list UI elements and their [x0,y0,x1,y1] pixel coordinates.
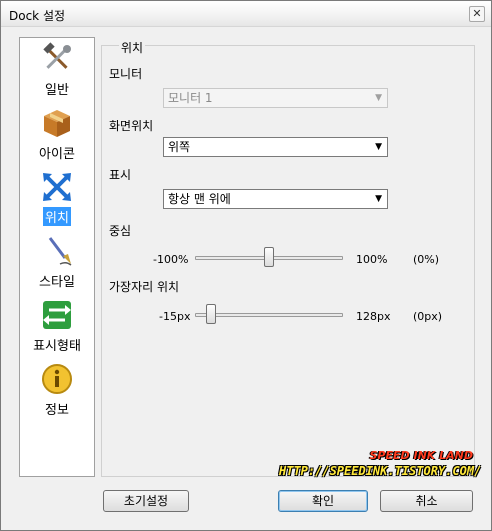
screen-position-label: 화면위치 [109,119,154,133]
watermark-title: SPEED INK LAND [369,449,474,462]
sidebar-item-style[interactable]: 스타일 [20,234,94,298]
display-label: 표시 [109,168,132,182]
monitor-select[interactable]: 모니터 1 ▼ [163,88,388,108]
cancel-button[interactable]: 취소 [380,490,473,512]
chevron-down-icon: ▼ [375,194,382,204]
sidebar-item-general[interactable]: 일반 [20,42,94,106]
center-min-label: -100% [153,253,189,266]
sidebar-item-label: 정보 [45,403,69,418]
monitor-value: 모니터 1 [168,91,213,105]
edge-position-label: 가장자리 위치 [109,280,180,294]
center-label: 중심 [109,224,132,238]
center-slider-thumb[interactable] [264,247,274,267]
edge-min-label: -15px [159,310,191,323]
sidebar-item-label: 일반 [45,83,69,98]
sidebar-item-label: 아이콘 [39,147,75,162]
screen-position-value: 위쪽 [168,140,191,154]
arrows-icon [43,173,71,201]
sidebar-item-label: 표시형태 [33,339,81,354]
window-title: Dock 설정 [9,9,66,23]
watermark-url: HTTP://SPEEDINK.TISTORY.COM/ [279,464,482,478]
edge-slider-thumb[interactable] [205,304,216,324]
title-bar[interactable]: Dock 설정 ✕ [1,1,491,27]
sidebar-item-label: 위치 [43,207,71,226]
category-sidebar: 일반 아이콘 위치 스타일 표시형태 정보 [19,37,95,477]
sidebar-item-position[interactable]: 위치 [20,170,94,234]
dock-settings-window: Dock 설정 ✕ 일반 아이콘 위치 스타일 표시형태 정보 위치 모니터 모… [0,0,492,531]
display-select[interactable]: 항상 맨 위에 ▼ [163,189,388,209]
close-icon: ✕ [472,7,482,20]
center-current-value: (0%) [413,253,440,266]
brush-icon [48,237,72,266]
chevron-down-icon: ▼ [375,142,382,152]
info-icon [42,364,72,394]
chevron-down-icon: ▼ [375,93,382,103]
sidebar-item-label: 스타일 [39,275,75,290]
watermark-logo: SPEED INK LAND HTTP://SPEEDINK.TISTORY.C… [279,447,485,483]
swap-arrows-icon [43,301,71,329]
box-icon [44,110,70,137]
center-max-label: 100% [356,253,388,266]
monitor-label: 모니터 [109,67,143,81]
close-button[interactable]: ✕ [469,6,485,22]
edge-current-value: (0px) [413,310,443,323]
hammer-wrench-icon [43,42,71,69]
display-value: 항상 맨 위에 [168,192,231,206]
screen-position-select[interactable]: 위쪽 ▼ [163,137,388,157]
edge-max-label: 128px [356,310,391,323]
group-title: 위치 [119,39,146,56]
ok-button[interactable]: 확인 [278,490,368,512]
sidebar-item-display-mode[interactable]: 표시형태 [20,298,94,362]
sidebar-item-icon[interactable]: 아이콘 [20,106,94,170]
sidebar-item-info[interactable]: 정보 [20,362,94,426]
reset-button[interactable]: 초기설정 [103,490,189,512]
edge-slider-track[interactable] [195,313,343,317]
